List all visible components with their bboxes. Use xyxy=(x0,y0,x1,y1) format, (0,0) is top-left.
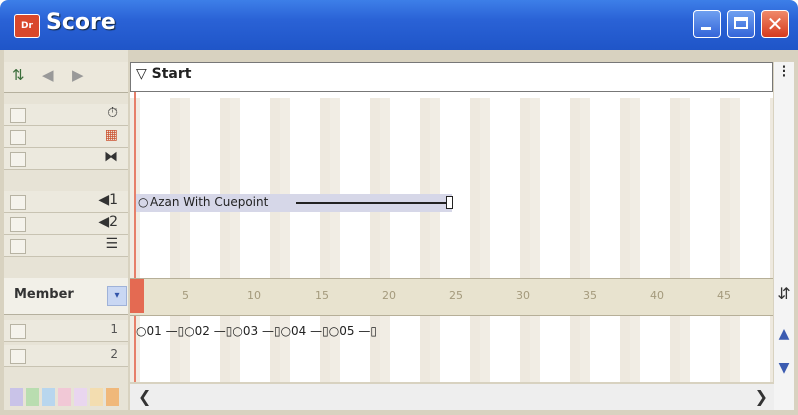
swatch[interactable] xyxy=(26,388,39,406)
channel-sound2[interactable]: ◀2 xyxy=(4,213,128,235)
member-display-row: Member ▾ xyxy=(4,278,128,315)
score-options-icon[interactable]: ⁝ xyxy=(774,62,794,82)
marker-start[interactable]: ▽ Start xyxy=(136,66,191,82)
scroll-up-icon[interactable]: ▲ xyxy=(774,324,794,344)
title-bar[interactable]: Dr Score ✕ xyxy=(0,0,798,50)
director-app-icon: Dr xyxy=(14,14,40,38)
channel-tempo[interactable]: ⏱ xyxy=(4,104,128,126)
frame-tick: 10 xyxy=(247,289,261,302)
swatch[interactable] xyxy=(42,388,55,406)
channel-script[interactable]: ☰ xyxy=(4,235,128,257)
tempo-icon: ⏱ xyxy=(107,105,118,121)
cue-sprite[interactable]: ○03 —▯ xyxy=(232,324,280,338)
cue-sprite[interactable]: ○04 —▯ xyxy=(281,324,329,338)
marker-label: Start xyxy=(151,66,192,82)
playhead-line xyxy=(134,92,136,382)
scroll-left-icon[interactable]: ❮ xyxy=(138,387,151,406)
palette-icon: ▦ xyxy=(104,127,118,143)
mute-toggle[interactable] xyxy=(10,349,26,364)
channel-number: 2 xyxy=(110,347,118,361)
frame-tick: 20 xyxy=(382,289,396,302)
cue-sprite[interactable]: ○05 —▯ xyxy=(329,324,377,338)
sprite-end-handle[interactable] xyxy=(446,196,453,209)
swatch[interactable] xyxy=(74,388,87,406)
sprite-channel-1[interactable]: 1 xyxy=(4,320,128,342)
next-marker-icon[interactable]: ▶ xyxy=(72,66,84,84)
frame-ruler[interactable]: 5 10 15 20 25 30 35 40 45 xyxy=(130,278,773,316)
marker-bar[interactable]: ▽ Start xyxy=(130,62,773,92)
mute-toggle[interactable] xyxy=(10,239,26,254)
channel-palette[interactable]: ▦ xyxy=(4,126,128,148)
script-icon: ☰ xyxy=(105,236,118,252)
swatch[interactable] xyxy=(106,388,119,406)
frame-tick: 15 xyxy=(315,289,329,302)
maximize-button[interactable] xyxy=(727,10,755,38)
sound1-icon: ◀1 xyxy=(98,192,118,208)
minimize-button[interactable] xyxy=(693,10,721,38)
mute-toggle[interactable] xyxy=(10,130,26,145)
mute-toggle[interactable] xyxy=(10,195,26,210)
color-swatches xyxy=(4,384,128,410)
cue-sprites-row: ○01 —▯○02 —▯○03 —▯○04 —▯○05 —▯ xyxy=(136,324,377,338)
scroll-down-icon[interactable]: ▼ xyxy=(774,358,794,378)
channel-number: 1 xyxy=(110,322,118,336)
mute-toggle[interactable] xyxy=(10,324,26,339)
playhead-handle[interactable] xyxy=(130,279,144,313)
transition-icon: ⧓ xyxy=(104,149,118,165)
marker-menu-icon[interactable]: ⇅ xyxy=(12,66,25,84)
cue-sprite[interactable]: ○01 —▯ xyxy=(136,324,184,338)
frame-tick: 5 xyxy=(182,289,189,302)
mute-toggle[interactable] xyxy=(10,217,26,232)
sound-sprite-label: Azan With Cuepoint xyxy=(150,195,269,209)
mute-toggle[interactable] xyxy=(10,152,26,167)
sprite-span-line xyxy=(296,202,446,204)
frame-tick: 25 xyxy=(449,289,463,302)
channel-transition[interactable]: ⧓ xyxy=(4,148,128,170)
ruler-options-icon[interactable]: ⇵ xyxy=(774,284,794,304)
frame-tick: 35 xyxy=(583,289,597,302)
frame-tick: 45 xyxy=(717,289,731,302)
swatch[interactable] xyxy=(90,388,103,406)
marker-nav-row: ⇅ ◀ ▶ xyxy=(4,62,128,93)
sound-sprite[interactable]: ○ Azan With Cuepoint xyxy=(136,194,453,212)
horizontal-scrollbar[interactable]: ❮ ❯ xyxy=(130,384,774,410)
sprite-channel-2[interactable]: 2 xyxy=(4,345,128,367)
window-title: Score xyxy=(46,10,116,35)
swatch[interactable] xyxy=(10,388,23,406)
frame-tick: 30 xyxy=(516,289,530,302)
sprite-start-dot: ○ xyxy=(138,195,149,209)
mute-toggle[interactable] xyxy=(10,108,26,123)
sound2-icon: ◀2 xyxy=(98,214,118,230)
prev-marker-icon[interactable]: ◀ xyxy=(42,66,54,84)
member-select[interactable]: Member xyxy=(14,287,74,302)
vertical-scrollbar[interactable]: ⁝ ⇵ ▲ ▼ xyxy=(774,62,794,410)
chevron-down-icon[interactable]: ▾ xyxy=(107,286,127,306)
cue-sprite[interactable]: ○02 —▯ xyxy=(184,324,232,338)
frame-tick: 40 xyxy=(650,289,664,302)
close-icon: ✕ xyxy=(766,12,784,36)
swatch[interactable] xyxy=(58,388,71,406)
channel-sound1[interactable]: ◀1 xyxy=(4,191,128,213)
score-window: Dr Score ✕ ⇅ ◀ ▶ ⏱ ▦ ⧓ ◀1 ◀2 ☰ Member ▾ … xyxy=(0,0,798,415)
close-button[interactable]: ✕ xyxy=(761,10,789,38)
scroll-right-icon[interactable]: ❯ xyxy=(755,387,768,406)
frame-grid xyxy=(130,98,773,382)
